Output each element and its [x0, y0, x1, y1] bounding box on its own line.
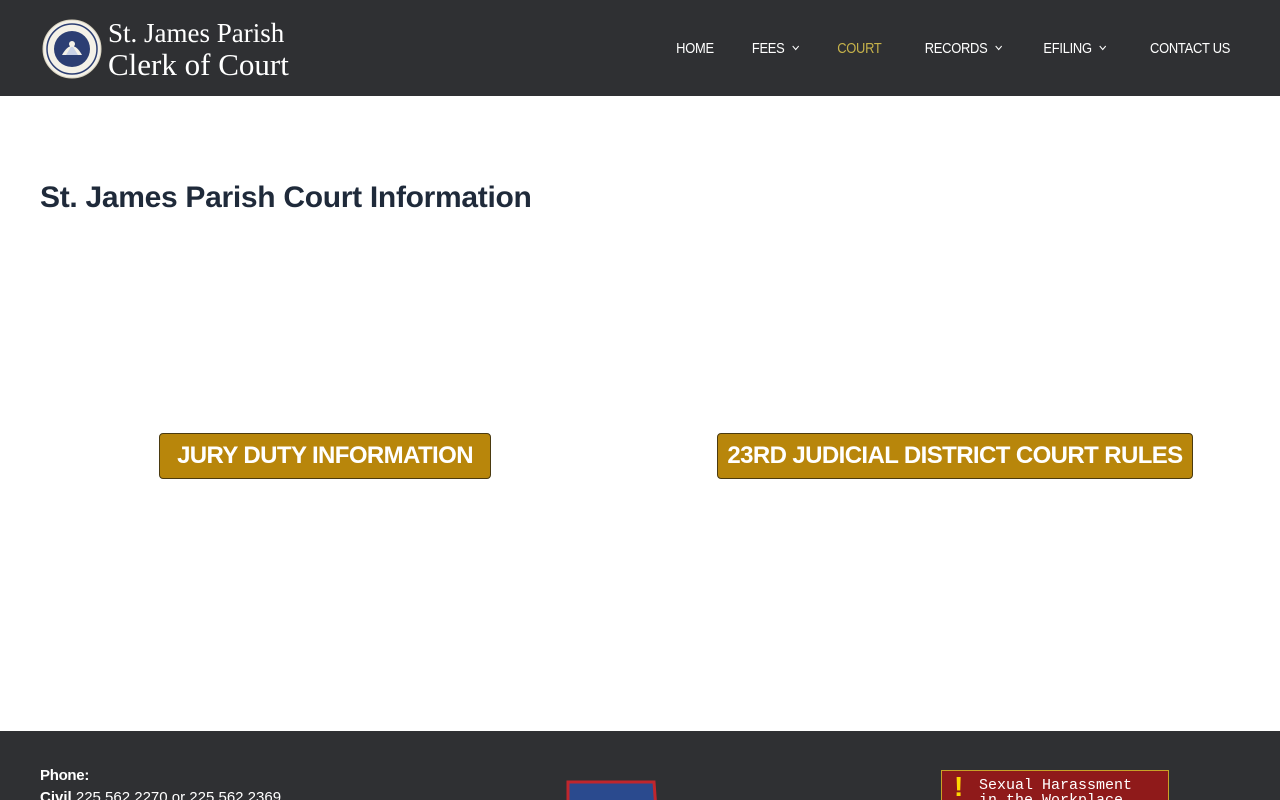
- main-nav: HOME FEES COURT RECORDS EFILING CONTACT …: [640, 0, 1230, 96]
- nav-fees[interactable]: FEES: [752, 40, 800, 57]
- brand-name: St. James Parish Clerk of Court: [108, 18, 289, 82]
- page-title: St. James Parish Court Information: [40, 181, 532, 214]
- nav-records-label: RECORDS: [924, 39, 988, 57]
- civil-label: Civil: [40, 789, 72, 800]
- district-court-rules-button[interactable]: 23RD JUDICIAL DISTRICT COURT RULES: [717, 433, 1193, 479]
- jury-duty-information-button[interactable]: JURY DUTY INFORMATION: [159, 433, 491, 479]
- brand-line-2: Clerk of Court: [108, 47, 289, 82]
- nav-efiling-label: EFILING: [1043, 39, 1092, 57]
- phone-label: Phone:: [40, 767, 90, 784]
- nav-contact-us-label: CONTACT US: [1149, 39, 1230, 57]
- civil-phone-line: Civil 225.562.2270 or 225.562.2369: [40, 789, 281, 800]
- chevron-down-icon: [1099, 45, 1106, 51]
- nav-efiling[interactable]: EFILING: [1043, 40, 1107, 57]
- brand-line-1: St. James Parish: [108, 18, 285, 48]
- sexual-harassment-badge-text: Sexual Harassment in the Workplace: [979, 777, 1133, 800]
- civil-phone-numbers[interactable]: 225.562.2270 or 225.562.2369: [72, 789, 281, 800]
- exclamation-icon: !: [954, 771, 964, 800]
- site-header: St. James Parish Clerk of Court HOME FEE…: [0, 0, 1280, 96]
- nav-court-label: COURT: [837, 39, 882, 57]
- nav-home[interactable]: HOME: [676, 40, 714, 57]
- nav-court[interactable]: COURT: [837, 39, 882, 57]
- nav-records[interactable]: RECORDS: [924, 40, 1002, 57]
- nav-contact-us[interactable]: CONTACT US: [1150, 40, 1230, 57]
- chevron-down-icon: [994, 45, 1002, 51]
- sexual-harassment-badge[interactable]: ! Sexual Harassment in the Workplace: [941, 770, 1169, 800]
- site-footer: Phone: Civil 225.562.2270 or 225.562.236…: [0, 731, 1280, 800]
- nav-home-label: HOME: [676, 39, 715, 57]
- parish-seal-icon: [42, 19, 102, 79]
- louisiana-map-icon[interactable]: [566, 780, 658, 800]
- nav-fees-label: FEES: [751, 39, 785, 57]
- brand-logo[interactable]: St. James Parish Clerk of Court: [42, 18, 289, 80]
- chevron-down-icon: [792, 45, 800, 51]
